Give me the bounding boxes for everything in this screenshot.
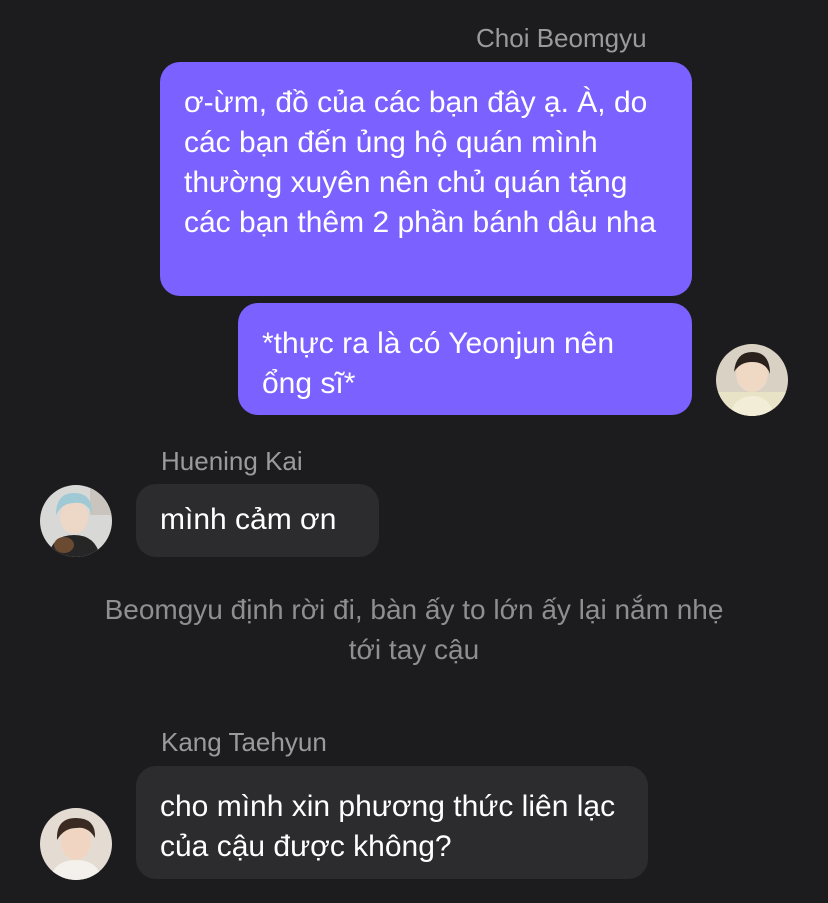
message-bubble-taehyun[interactable]: cho mình xin phương thức liên lạc của cậ…	[136, 766, 648, 879]
sender-name-taehyun: Kang Taehyun	[161, 727, 327, 757]
message-bubble-hueningkai[interactable]: mình cảm ơn	[136, 484, 379, 557]
avatar-hueningkai-image	[40, 485, 112, 557]
sender-name-beomgyu: Choi Beomgyu	[476, 23, 647, 53]
avatar-taehyun[interactable]	[40, 808, 112, 880]
sender-name-hueningkai: Huening Kai	[161, 446, 303, 476]
avatar-hueningkai[interactable]	[40, 485, 112, 557]
avatar-beomgyu-image	[716, 344, 788, 416]
message-bubble-beomgyu-2[interactable]: *thực ra là có Yeonjun nên ổng sĩ*	[238, 303, 692, 415]
narration-text: Beomgyu định rời đi, bàn ấy to lớn ấy lạ…	[104, 594, 724, 665]
message-bubble-beomgyu-1[interactable]: ơ-ừm, đồ của các bạn đây ạ. À, do các bạ…	[160, 62, 692, 296]
avatar-taehyun-image	[40, 808, 112, 880]
avatar-beomgyu[interactable]	[716, 344, 788, 416]
